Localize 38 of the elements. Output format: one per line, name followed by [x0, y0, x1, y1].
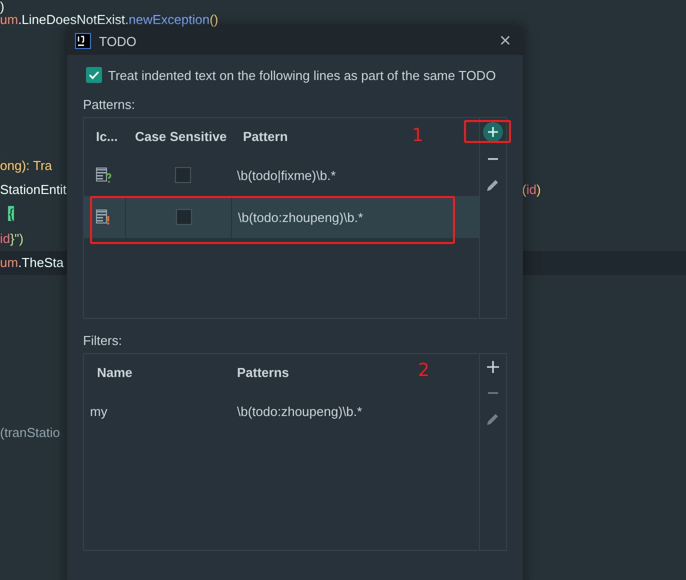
column-header: Patterns: [237, 364, 290, 380]
section-label: Patterns:: [83, 97, 136, 112]
table-cell: \b(todo:zhoupeng)\b.*: [231, 196, 479, 238]
annotation-number: 2: [418, 360, 430, 381]
table-cell-text: my: [89, 404, 108, 418]
close-button[interactable]: ×: [495, 31, 515, 51]
annotation-number: 1: [412, 125, 424, 146]
pattern-row[interactable]: \b(todo:zhoupeng)\b.*: [84, 196, 479, 238]
pattern-row[interactable]: \b(todo|fixme)\b.*: [84, 154, 479, 196]
app-logo-icon: [75, 33, 91, 49]
filter-row[interactable]: my \b(todo:zhoupeng)\b.*: [84, 390, 479, 432]
annotation-frame: [464, 120, 511, 143]
code-line: um.LineDoesNotExist.newException(): [0, 12, 218, 29]
code-line: ong): Tra: [0, 156, 52, 175]
edit-icon[interactable]: [486, 412, 500, 426]
checkbox[interactable]: [86, 67, 102, 83]
column-header: Pattern: [242, 128, 288, 144]
code-line: ): [0, 0, 4, 14]
todo-question-icon: [96, 167, 112, 183]
code-line: (tranStatio: [0, 424, 60, 442]
window-title: TODO: [99, 34, 138, 48]
code-fragment: (id): [522, 181, 541, 200]
todo-warning-icon: [96, 209, 112, 225]
checkbox-label: Treat indented text on the following lines as part of the same TODO: [108, 68, 496, 82]
checkbox[interactable]: [175, 167, 191, 183]
column-header: Case Sensitive: [134, 128, 228, 144]
section-label: Filters:: [83, 333, 123, 348]
edit-icon[interactable]: [486, 178, 500, 192]
column-header: Ic...: [95, 128, 119, 144]
code-line: id}"): [0, 230, 24, 248]
add-icon[interactable]: [483, 122, 503, 142]
code-line: StationEntit: [0, 181, 66, 200]
checkbox[interactable]: [176, 209, 192, 225]
column-header: Name: [96, 364, 134, 380]
add-icon[interactable]: [486, 360, 500, 374]
table-cell: \b(todo:zhoupeng)\b.*: [237, 404, 362, 418]
table-cell-text: \b(todo|fixme)\b.*: [236, 166, 337, 185]
code-line: um.TheSta: [0, 254, 64, 272]
